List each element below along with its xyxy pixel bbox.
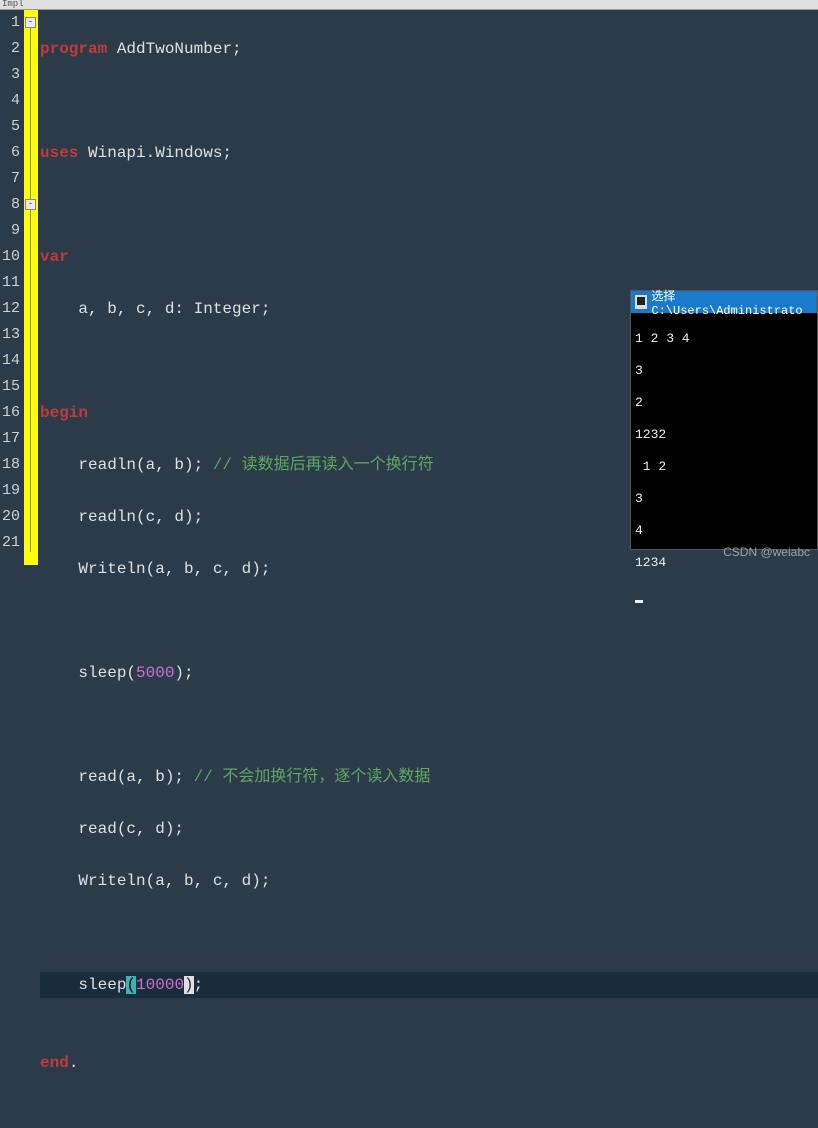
- editor-toolbar: Impl: [0, 0, 818, 10]
- code-line: [40, 88, 818, 114]
- code-line: read(a, b); // 不会加换行符，逐个读入数据: [40, 764, 818, 790]
- line-number: 13: [0, 322, 20, 348]
- console-line: 4: [635, 523, 813, 539]
- console-line: 3: [635, 363, 813, 379]
- code-line: Writeln(a, b, c, d);: [40, 868, 818, 894]
- console-icon: [635, 295, 647, 309]
- line-number: 15: [0, 374, 20, 400]
- line-number: 10: [0, 244, 20, 270]
- code-line: sleep(5000);: [40, 660, 818, 686]
- console-cursor: [635, 600, 643, 603]
- code-line: [40, 998, 818, 1024]
- console-title: 选择 C:\Users\Administrato: [651, 287, 813, 318]
- line-number: 19: [0, 478, 20, 504]
- code-line-current: sleep(10000);: [40, 972, 818, 998]
- console-line: 1232: [635, 427, 813, 443]
- bracket-match: (: [126, 976, 136, 994]
- fold-toggle-icon[interactable]: -: [25, 199, 36, 210]
- text-cursor: ): [184, 976, 194, 994]
- watermark: CSDN @weiabc: [723, 545, 810, 559]
- console-line: 1 2: [635, 459, 813, 475]
- line-number-gutter: 1 2 3 4 5 6 7 8 9 10 11 12 13 14 15 16 1…: [0, 10, 24, 565]
- code-line: read(c, d);: [40, 816, 818, 842]
- code-line: [40, 712, 818, 738]
- line-number: 4: [0, 88, 20, 114]
- impl-label: Impl: [2, 0, 24, 9]
- line-number: 7: [0, 166, 20, 192]
- line-number: 9: [0, 218, 20, 244]
- line-number: 21: [0, 530, 20, 556]
- line-number: 17: [0, 426, 20, 452]
- console-line: 1 2 3 4: [635, 331, 813, 347]
- console-output: 1 2 3 4 3 2 1232 1 2 3 4 1234: [631, 313, 817, 621]
- code-line: [40, 192, 818, 218]
- line-number: 5: [0, 114, 20, 140]
- code-line: [40, 920, 818, 946]
- line-number: 20: [0, 504, 20, 530]
- console-line: 2: [635, 395, 813, 411]
- line-number: 14: [0, 348, 20, 374]
- line-number: 8: [0, 192, 20, 218]
- fold-bar: - -: [24, 10, 38, 565]
- code-line: var: [40, 244, 818, 270]
- line-number: 18: [0, 452, 20, 478]
- code-line: program AddTwoNumber;: [40, 36, 818, 62]
- line-number: 2: [0, 36, 20, 62]
- code-line: end.: [40, 1050, 818, 1076]
- console-titlebar[interactable]: 选择 C:\Users\Administrato: [631, 291, 817, 313]
- fold-line: [30, 28, 31, 552]
- console-line: 3: [635, 491, 813, 507]
- line-number: 3: [0, 62, 20, 88]
- line-number: 6: [0, 140, 20, 166]
- line-number: 1: [0, 10, 20, 36]
- line-number: 11: [0, 270, 20, 296]
- code-line: uses Winapi.Windows;: [40, 140, 818, 166]
- console-window[interactable]: 选择 C:\Users\Administrato 1 2 3 4 3 2 123…: [630, 290, 818, 550]
- line-number: 16: [0, 400, 20, 426]
- line-number: 12: [0, 296, 20, 322]
- fold-toggle-icon[interactable]: -: [25, 17, 36, 28]
